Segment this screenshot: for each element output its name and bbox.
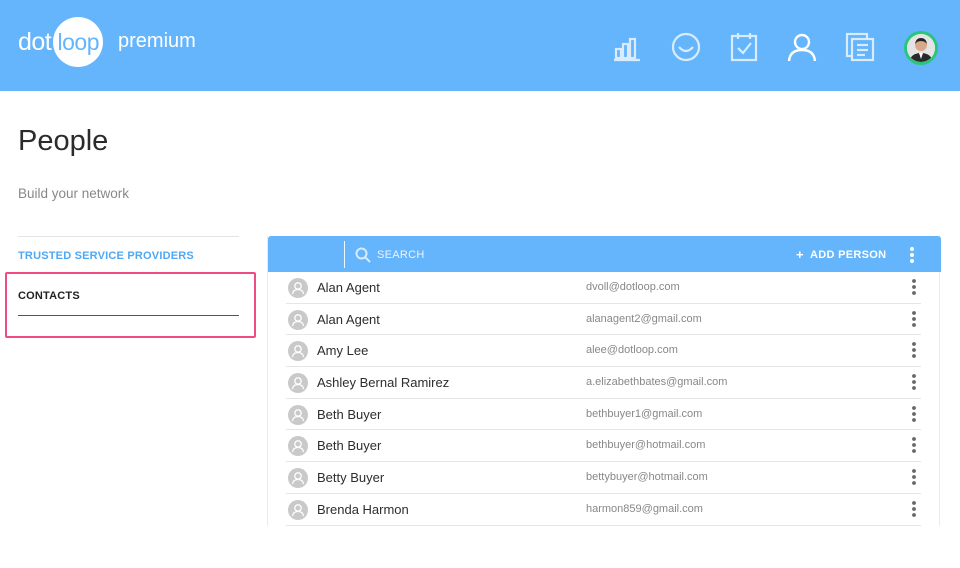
contact-name[interactable]: Ashley Bernal Ramirez	[317, 375, 449, 390]
contact-avatar-icon	[288, 341, 308, 362]
smile-icon[interactable]	[671, 32, 701, 62]
dotloop-logo[interactable]: dot loop	[18, 17, 104, 67]
person-icon[interactable]	[787, 32, 817, 62]
table-row[interactable]: Beth Buyer bethbuyer@hotmail.com	[286, 430, 921, 463]
contact-email: dvoll@dotloop.com	[586, 281, 680, 293]
row-more-options-icon[interactable]	[909, 436, 919, 454]
contact-avatar-icon	[288, 468, 308, 489]
table-row[interactable]: Alan Agent alanagent2@gmail.com	[286, 304, 921, 336]
contacts-toolbar: SEARCH + ADD PERSON	[268, 236, 941, 272]
contact-avatar-icon	[288, 436, 308, 457]
contact-avatar-icon	[288, 278, 308, 298]
page-subtitle: Build your network	[18, 186, 130, 201]
contact-email: alanagent2@gmail.com	[586, 312, 702, 325]
toolbar-more-options-icon[interactable]	[907, 246, 917, 264]
contact-name[interactable]: Alan Agent	[317, 312, 380, 327]
table-row[interactable]: Beth Buyer bethbuyer1@gmail.com	[286, 399, 921, 431]
highlight-annotation-box	[5, 272, 256, 338]
contact-name[interactable]: Alan Agent	[317, 280, 380, 295]
contact-email: bethbuyer1@gmail.com	[586, 407, 703, 420]
table-row[interactable]: Ashley Bernal Ramirez a.elizabethbates@gm…	[286, 367, 921, 399]
row-more-options-icon[interactable]	[909, 405, 919, 423]
logo-dot-text: dot	[18, 27, 52, 56]
table-row[interactable]: Alan Agent dvoll@dotloop.com	[286, 272, 921, 304]
contacts-table: SEARCH + ADD PERSON Alan Agent dvoll@dotl…	[267, 236, 941, 526]
row-more-options-icon[interactable]	[909, 500, 919, 518]
contact-email: bettybuyer@hotmail.com	[586, 471, 708, 484]
contact-name[interactable]: Beth Buyer	[317, 407, 381, 422]
contact-avatar-icon	[288, 373, 308, 394]
contact-name[interactable]: Amy Lee	[317, 343, 368, 358]
add-person-plus-icon[interactable]: +	[796, 247, 804, 262]
table-row[interactable]: Brenda Harmon harmon859@gmail.com	[286, 494, 921, 526]
page-title: People	[18, 125, 109, 157]
add-person-button[interactable]: ADD PERSON	[810, 249, 886, 261]
contact-email: a.elizabethbates@gmail.com	[586, 376, 728, 389]
row-more-options-icon[interactable]	[909, 468, 919, 486]
contact-name[interactable]: Beth Buyer	[317, 438, 381, 453]
contact-avatar-icon	[288, 309, 308, 330]
row-more-options-icon[interactable]	[909, 278, 919, 296]
row-more-options-icon[interactable]	[909, 310, 919, 328]
search-input[interactable]: SEARCH	[377, 249, 425, 261]
toolbar-separator	[344, 241, 345, 268]
table-row[interactable]: Betty Buyer bettybuyer@hotmail.com	[286, 462, 921, 494]
contact-email: alee@dotloop.com	[586, 344, 678, 357]
contact-avatar-icon	[288, 404, 308, 425]
contact-name[interactable]: Brenda Harmon	[317, 502, 409, 517]
contact-email: bethbuyer@hotmail.com	[586, 439, 706, 452]
checklist-icon[interactable]	[729, 32, 759, 62]
logo-loop-circle: loop	[53, 17, 104, 67]
sidebar-divider	[18, 236, 239, 237]
user-avatar[interactable]	[904, 31, 938, 65]
contact-email: harmon859@gmail.com	[586, 502, 703, 515]
table-row[interactable]: Amy Lee alee@dotloop.com	[286, 335, 921, 368]
contact-avatar-icon	[288, 499, 308, 520]
user-avatar-photo	[907, 34, 935, 62]
documents-icon[interactable]	[845, 32, 875, 62]
row-more-options-icon[interactable]	[909, 341, 919, 359]
row-more-options-icon[interactable]	[909, 373, 919, 391]
search-icon[interactable]	[355, 247, 371, 263]
sidebar-item-trusted-service-providers[interactable]: TRUSTED SERVICE PROVIDERS	[18, 250, 194, 262]
bar-chart-icon[interactable]	[613, 32, 643, 62]
contact-name[interactable]: Betty Buyer	[317, 470, 384, 485]
top-navigation-bar: dot loop premium	[0, 0, 960, 91]
product-tier-label: premium	[118, 30, 196, 52]
contacts-list: Alan Agent dvoll@dotloop.com Alan Agent ala…	[268, 272, 941, 526]
